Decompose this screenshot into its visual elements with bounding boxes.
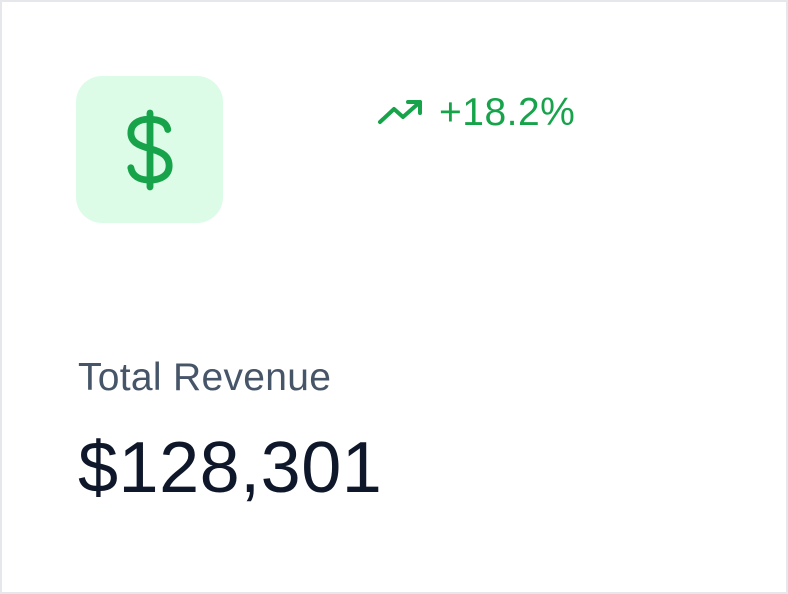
stat-label: Total Revenue <box>78 356 332 399</box>
trend-indicator: +18.2% <box>377 86 575 138</box>
trending-up-icon <box>377 97 425 127</box>
revenue-stat-card: +18.2% Total Revenue $128,301 <box>0 0 788 594</box>
trend-percentage: +18.2% <box>439 90 576 134</box>
dollar-sign-icon <box>117 109 183 191</box>
icon-tile <box>76 76 223 223</box>
stat-value: $128,301 <box>78 428 383 508</box>
